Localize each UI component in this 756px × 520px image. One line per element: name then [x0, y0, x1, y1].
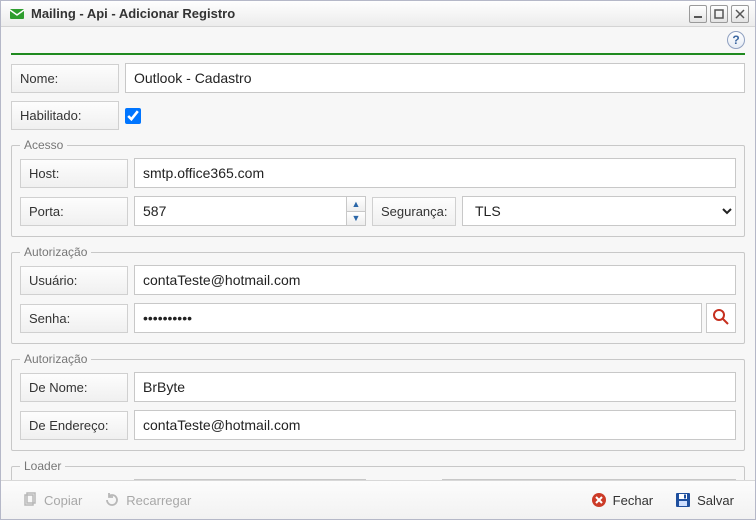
accent-divider [11, 53, 745, 55]
save-icon [675, 492, 691, 508]
copiar-label: Copiar [44, 493, 82, 508]
bottombar: Copiar Recarregar Fechar Salvar [1, 480, 755, 519]
help-icon: ? [732, 33, 739, 47]
host-input[interactable] [134, 158, 736, 188]
group-loader: Loader Intervalo: ▲ ▼ Limite: [11, 459, 745, 480]
reload-icon [104, 492, 120, 508]
label-habilitado: Habilitado: [11, 101, 119, 130]
close-icon [591, 492, 607, 508]
porta-down-button[interactable]: ▼ [347, 212, 365, 226]
seguranca-select[interactable]: TLS [462, 196, 736, 226]
porta-input[interactable] [134, 196, 346, 226]
de-endereco-input[interactable] [134, 410, 736, 440]
usuario-input[interactable] [134, 265, 736, 295]
de-nome-input[interactable] [134, 372, 736, 402]
form-area: Nome: Habilitado: Acesso Host: Porta: [1, 63, 755, 480]
copy-icon [22, 492, 38, 508]
label-nome: Nome: [11, 64, 119, 93]
habilitado-checkbox[interactable] [125, 108, 141, 124]
row-de-nome: De Nome: [20, 372, 736, 402]
group-acesso: Acesso Host: Porta: ▲ ▼ Segurança: [11, 138, 745, 237]
label-usuario: Usuário: [20, 266, 128, 295]
row-host: Host: [20, 158, 736, 188]
row-habilitado: Habilitado: [11, 101, 745, 130]
label-host: Host: [20, 159, 128, 188]
recarregar-label: Recarregar [126, 493, 191, 508]
row-senha: Senha: [20, 303, 736, 333]
row-nome: Nome: [11, 63, 745, 93]
salvar-button[interactable]: Salvar [664, 487, 745, 513]
label-seguranca: Segurança: [372, 197, 456, 226]
help-row: ? [1, 27, 755, 49]
fechar-label: Fechar [613, 493, 653, 508]
maximize-button[interactable] [710, 5, 728, 23]
row-de-endereco: De Endereço: [20, 410, 736, 440]
recarregar-button[interactable]: Recarregar [93, 487, 202, 513]
minimize-button[interactable] [689, 5, 707, 23]
senha-input[interactable] [134, 303, 702, 333]
group-autorizacao-credentials: Autorização Usuário: Senha: [11, 245, 745, 344]
legend-loader: Loader [20, 459, 65, 473]
window-title: Mailing - Api - Adicionar Registro [31, 6, 235, 21]
label-de-endereco: De Endereço: [20, 411, 128, 440]
app-window: Mailing - Api - Adicionar Registro ? Nom… [0, 0, 756, 520]
row-usuario: Usuário: [20, 265, 736, 295]
label-senha: Senha: [20, 304, 128, 333]
label-porta: Porta: [20, 197, 128, 226]
porta-spinner-buttons: ▲ ▼ [346, 196, 366, 226]
nome-input[interactable] [125, 63, 745, 93]
help-button[interactable]: ? [727, 31, 745, 49]
label-de-nome: De Nome: [20, 373, 128, 402]
titlebar: Mailing - Api - Adicionar Registro [1, 1, 755, 27]
magnifier-icon [712, 308, 730, 329]
reveal-password-button[interactable] [706, 303, 736, 333]
copiar-button[interactable]: Copiar [11, 487, 93, 513]
mail-icon [9, 6, 25, 22]
fechar-button[interactable]: Fechar [580, 487, 664, 513]
close-window-button[interactable] [731, 5, 749, 23]
group-autorizacao-from: Autorização De Nome: De Endereço: [11, 352, 745, 451]
porta-spinner: ▲ ▼ [134, 196, 366, 226]
row-porta: Porta: ▲ ▼ Segurança: TLS [20, 196, 736, 226]
legend-acesso: Acesso [20, 138, 67, 152]
salvar-label: Salvar [697, 493, 734, 508]
porta-up-button[interactable]: ▲ [347, 197, 365, 212]
legend-autorizacao-1: Autorização [20, 245, 91, 259]
legend-autorizacao-2: Autorização [20, 352, 91, 366]
